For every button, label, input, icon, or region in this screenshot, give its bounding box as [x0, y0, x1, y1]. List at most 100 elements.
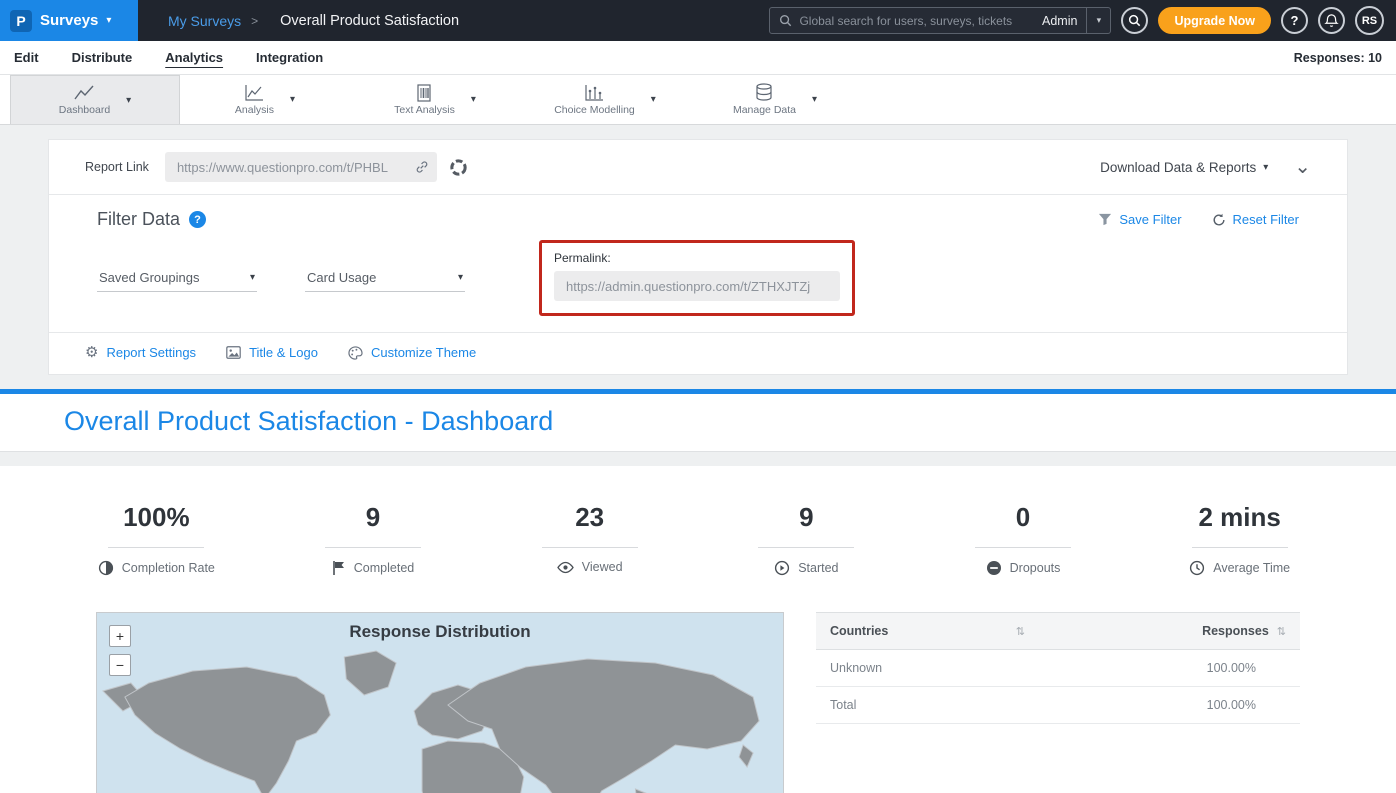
responses-column-header[interactable]: Responses ⇅ — [1039, 613, 1300, 650]
toolbar-item-analysis[interactable]: Analysis ▾ — [180, 75, 350, 124]
divider — [542, 547, 638, 548]
title-logo-label: Title & Logo — [249, 345, 318, 360]
stat-label: Average Time — [1213, 561, 1290, 575]
text-document-icon — [413, 84, 435, 102]
upgrade-now-button[interactable]: Upgrade Now — [1158, 7, 1271, 34]
report-card: Report Link Download Data & Reports ▾ ⌄ … — [48, 139, 1348, 375]
countries-column-header[interactable]: Countries ⇅ — [816, 613, 1039, 650]
eye-icon — [557, 561, 574, 574]
report-link-label: Report Link — [85, 160, 149, 174]
visualization-row: Response Distribution + − — [48, 612, 1348, 793]
gear-icon: ⚙ — [85, 345, 98, 360]
search-input[interactable] — [799, 14, 1033, 28]
chevron-down-icon[interactable]: ▾ — [290, 94, 295, 105]
reset-filter-button[interactable]: Reset Filter — [1212, 212, 1299, 227]
zoom-in-button[interactable]: + — [109, 625, 131, 647]
search-scope-dropdown[interactable]: ▾ — [1086, 8, 1110, 33]
main-area: Report Link Download Data & Reports ▾ ⌄ … — [0, 125, 1396, 375]
permalink-input[interactable] — [554, 271, 840, 301]
filter-controls-row: Saved Groupings ▾ Card Usage ▾ Permalink… — [97, 240, 1299, 316]
save-filter-button[interactable]: Save Filter — [1098, 212, 1181, 227]
saved-groupings-select[interactable]: Saved Groupings ▾ — [97, 264, 257, 292]
tab-edit[interactable]: Edit — [14, 50, 39, 65]
flag-icon — [332, 560, 346, 576]
choice-modelling-icon — [583, 84, 605, 102]
search-scope[interactable]: Admin — [1033, 14, 1086, 28]
link-icon[interactable] — [415, 160, 429, 174]
topbar: P Surveys ▾ My Surveys > Overall Product… — [0, 0, 1396, 41]
customize-theme-button[interactable]: Customize Theme — [348, 345, 476, 360]
toolbar-item-label: Text Analysis — [394, 104, 455, 116]
chevron-down-icon[interactable]: ▾ — [471, 94, 476, 105]
download-label: Download Data & Reports — [1100, 160, 1256, 175]
stat-value: 23 — [575, 502, 604, 533]
filter-data-section: Filter Data ? Save Filter Reset Filter S… — [49, 195, 1347, 332]
stat-value: 0 — [1016, 502, 1030, 533]
stat-meta: Dropouts — [986, 560, 1061, 576]
world-map[interactable] — [97, 649, 783, 793]
divider — [975, 547, 1071, 548]
responses-header-label: Responses — [1202, 624, 1269, 638]
search-button[interactable] — [1121, 7, 1148, 34]
stat-label: Dropouts — [1010, 561, 1061, 575]
topbar-actions: Admin ▾ Upgrade Now ? RS — [769, 6, 1396, 35]
response-distribution-map: Response Distribution + − — [96, 612, 784, 793]
breadcrumb-separator-icon: > — [251, 14, 258, 28]
global-search: Admin ▾ — [769, 7, 1111, 34]
pie-chart-icon[interactable] — [449, 158, 468, 177]
stat-meta: Viewed — [557, 560, 623, 574]
tab-distribute[interactable]: Distribute — [72, 50, 133, 65]
report-settings-button[interactable]: ⚙ Report Settings — [85, 345, 196, 360]
survey-nav: Edit Distribute Analytics Integration Re… — [0, 41, 1396, 75]
analytics-toolbar: Dashboard ▾ Analysis ▾ Text Analysis ▾ C… — [0, 75, 1396, 125]
stat-meta: Average Time — [1189, 560, 1290, 576]
stat-meta: Completion Rate — [98, 560, 215, 576]
responses-count[interactable]: Responses: 10 — [1294, 51, 1382, 65]
toolbar-item-choice-modelling[interactable]: Choice Modelling ▾ — [520, 75, 690, 124]
chevron-down-icon: ▾ — [250, 272, 255, 283]
help-button[interactable]: ? — [1281, 7, 1308, 34]
stat-value: 9 — [366, 502, 380, 533]
breadcrumb[interactable]: My Surveys — [168, 13, 241, 29]
collapse-panel-chevron-icon[interactable]: ⌄ — [1294, 162, 1311, 172]
divider — [758, 547, 854, 548]
toolbar-dashboard-main: Dashboard — [59, 84, 110, 116]
card-usage-select[interactable]: Card Usage ▾ — [305, 264, 465, 292]
report-link-input[interactable] — [165, 152, 437, 182]
tab-integration[interactable]: Integration — [256, 50, 323, 65]
help-icon[interactable]: ? — [189, 211, 206, 228]
toolbar-choice-modelling-main: Choice Modelling — [554, 84, 635, 116]
toolbar-item-dashboard[interactable]: Dashboard ▾ — [10, 75, 180, 124]
dashboard-content: 100% Completion Rate 9 Completed 23 — [0, 466, 1396, 793]
toolbar-item-manage-data[interactable]: Manage Data ▾ — [690, 75, 860, 124]
divider — [1192, 547, 1288, 548]
title-logo-button[interactable]: Title & Logo — [226, 345, 318, 360]
table-row: Total 100.00% — [816, 687, 1300, 724]
chevron-down-icon: ▾ — [1097, 15, 1102, 26]
toolbar-item-label: Manage Data — [733, 104, 796, 116]
stat-started: 9 Started — [698, 502, 915, 576]
band-gap — [0, 452, 1396, 466]
analysis-chart-icon — [243, 84, 265, 102]
download-data-reports-menu[interactable]: Download Data & Reports ▾ — [1100, 160, 1268, 175]
dashboard-title-band: Overall Product Satisfaction - Dashboard — [0, 394, 1396, 452]
surveys-product-menu[interactable]: P Surveys ▾ — [0, 0, 138, 41]
reset-filter-label: Reset Filter — [1233, 212, 1299, 227]
chevron-down-icon[interactable]: ▾ — [812, 94, 817, 105]
refresh-icon — [1212, 213, 1226, 227]
contrast-circle-icon — [98, 560, 114, 576]
user-avatar[interactable]: RS — [1355, 6, 1384, 35]
stat-dropouts: 0 Dropouts — [915, 502, 1132, 576]
card-usage-label: Card Usage — [307, 270, 376, 285]
dashboard-heading: Overall Product Satisfaction - Dashboard — [64, 406, 1396, 437]
sort-icon[interactable]: ⇅ — [1016, 625, 1025, 638]
sort-icon[interactable]: ⇅ — [1277, 625, 1286, 638]
minus-circle-icon — [986, 560, 1002, 576]
zoom-out-button[interactable]: − — [109, 654, 131, 676]
notifications-button[interactable] — [1318, 7, 1345, 34]
stat-value: 9 — [799, 502, 813, 533]
toolbar-item-text-analysis[interactable]: Text Analysis ▾ — [350, 75, 520, 124]
chevron-down-icon[interactable]: ▾ — [651, 94, 656, 105]
tab-analytics[interactable]: Analytics — [165, 50, 223, 65]
chevron-down-icon[interactable]: ▾ — [126, 95, 131, 106]
